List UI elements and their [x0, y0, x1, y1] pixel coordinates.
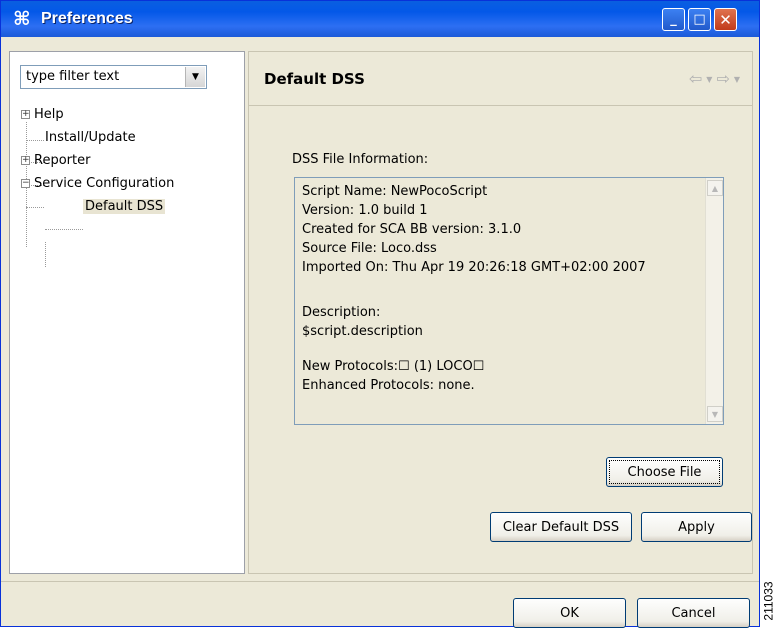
tree-item-install-update[interactable]: Install/Update: [45, 127, 136, 147]
preference-page: Default DSS ⇦ ▼ ⇨ ▼ DSS File Information…: [248, 51, 753, 574]
tree-item-label: Default DSS: [83, 198, 166, 214]
clear-default-dss-button[interactable]: Clear Default DSS: [490, 512, 632, 542]
tree-item-default-dss[interactable]: Default DSS: [83, 196, 166, 216]
dss-info-textarea[interactable]: Script Name: NewPocoScript Version: 1.0 …: [294, 177, 724, 425]
chevron-down-icon[interactable]: ▼: [706, 75, 712, 88]
title-bar[interactable]: ⌘ Preferences _ □ ✕: [1, 1, 759, 37]
vertical-scrollbar[interactable]: ▲ ▼: [705, 178, 723, 424]
info-line: Imported On: Thu Apr 19 20:26:18 GMT+02:…: [302, 260, 646, 275]
info-line: Script Name: NewPocoScript: [302, 184, 488, 199]
window-title: Preferences: [41, 10, 133, 27]
minus-icon[interactable]: −: [21, 178, 30, 188]
info-line: Source File: Loco.dss: [302, 241, 437, 256]
tree-item-label: Reporter: [34, 152, 91, 168]
tree-item-help[interactable]: + Help: [21, 104, 64, 124]
apply-button[interactable]: Apply: [641, 512, 752, 542]
tree-connector: [45, 229, 83, 230]
page-navigation: ⇦ ▼ ⇨ ▼: [689, 69, 740, 88]
tree-connector: [26, 207, 44, 208]
plus-icon[interactable]: +: [21, 155, 30, 165]
info-line: New Protocols:☐ (1) LOCO☐: [302, 359, 485, 374]
tree-item-label: Help: [34, 106, 64, 122]
info-line: Enhanced Protocols: none.: [302, 378, 475, 393]
divider: [1, 581, 759, 582]
preferences-tree-pane: type filter text ▼ + Help Install/Update…: [9, 51, 245, 574]
info-line: Description:: [302, 305, 381, 320]
scroll-up-icon[interactable]: ▲: [707, 180, 723, 196]
preferences-window: ⌘ Preferences _ □ ✕ type filter text ▼ +…: [0, 0, 760, 628]
figure-number-text: 211033: [762, 581, 776, 621]
close-button[interactable]: ✕: [714, 8, 737, 31]
tree-item-label: Service Configuration: [34, 175, 175, 191]
info-line: $script.description: [302, 324, 423, 339]
ok-button[interactable]: OK: [513, 598, 626, 628]
plus-icon[interactable]: +: [21, 109, 30, 119]
cancel-button[interactable]: Cancel: [637, 598, 750, 628]
scroll-down-icon[interactable]: ▼: [707, 406, 723, 422]
minimize-button[interactable]: _: [662, 8, 685, 31]
forward-arrow-icon[interactable]: ⇨: [716, 69, 729, 88]
tree-item-label: Install/Update: [45, 129, 136, 145]
preferences-tree: + Help Install/Update + Reporter − Servi…: [10, 52, 244, 573]
chevron-down-icon[interactable]: ▼: [734, 75, 740, 88]
tree-item-reporter[interactable]: + Reporter: [21, 150, 90, 170]
tree-connector: [26, 140, 44, 141]
divider: [249, 105, 752, 106]
back-arrow-icon[interactable]: ⇦: [689, 69, 702, 88]
tree-item-service-configuration[interactable]: − Service Configuration: [21, 173, 174, 193]
maximize-button[interactable]: □: [688, 8, 711, 31]
info-line: Created for SCA BB version: 3.1.0: [302, 222, 522, 237]
tree-connector: [45, 242, 46, 267]
dss-info-label: DSS File Information:: [292, 152, 429, 167]
cisco-command-icon: ⌘: [13, 8, 31, 30]
info-line: Version: 1.0 build 1: [302, 203, 428, 218]
choose-file-button[interactable]: Choose File: [606, 457, 723, 487]
figure-number: 211033: [760, 578, 778, 624]
page-title: Default DSS: [264, 70, 365, 88]
